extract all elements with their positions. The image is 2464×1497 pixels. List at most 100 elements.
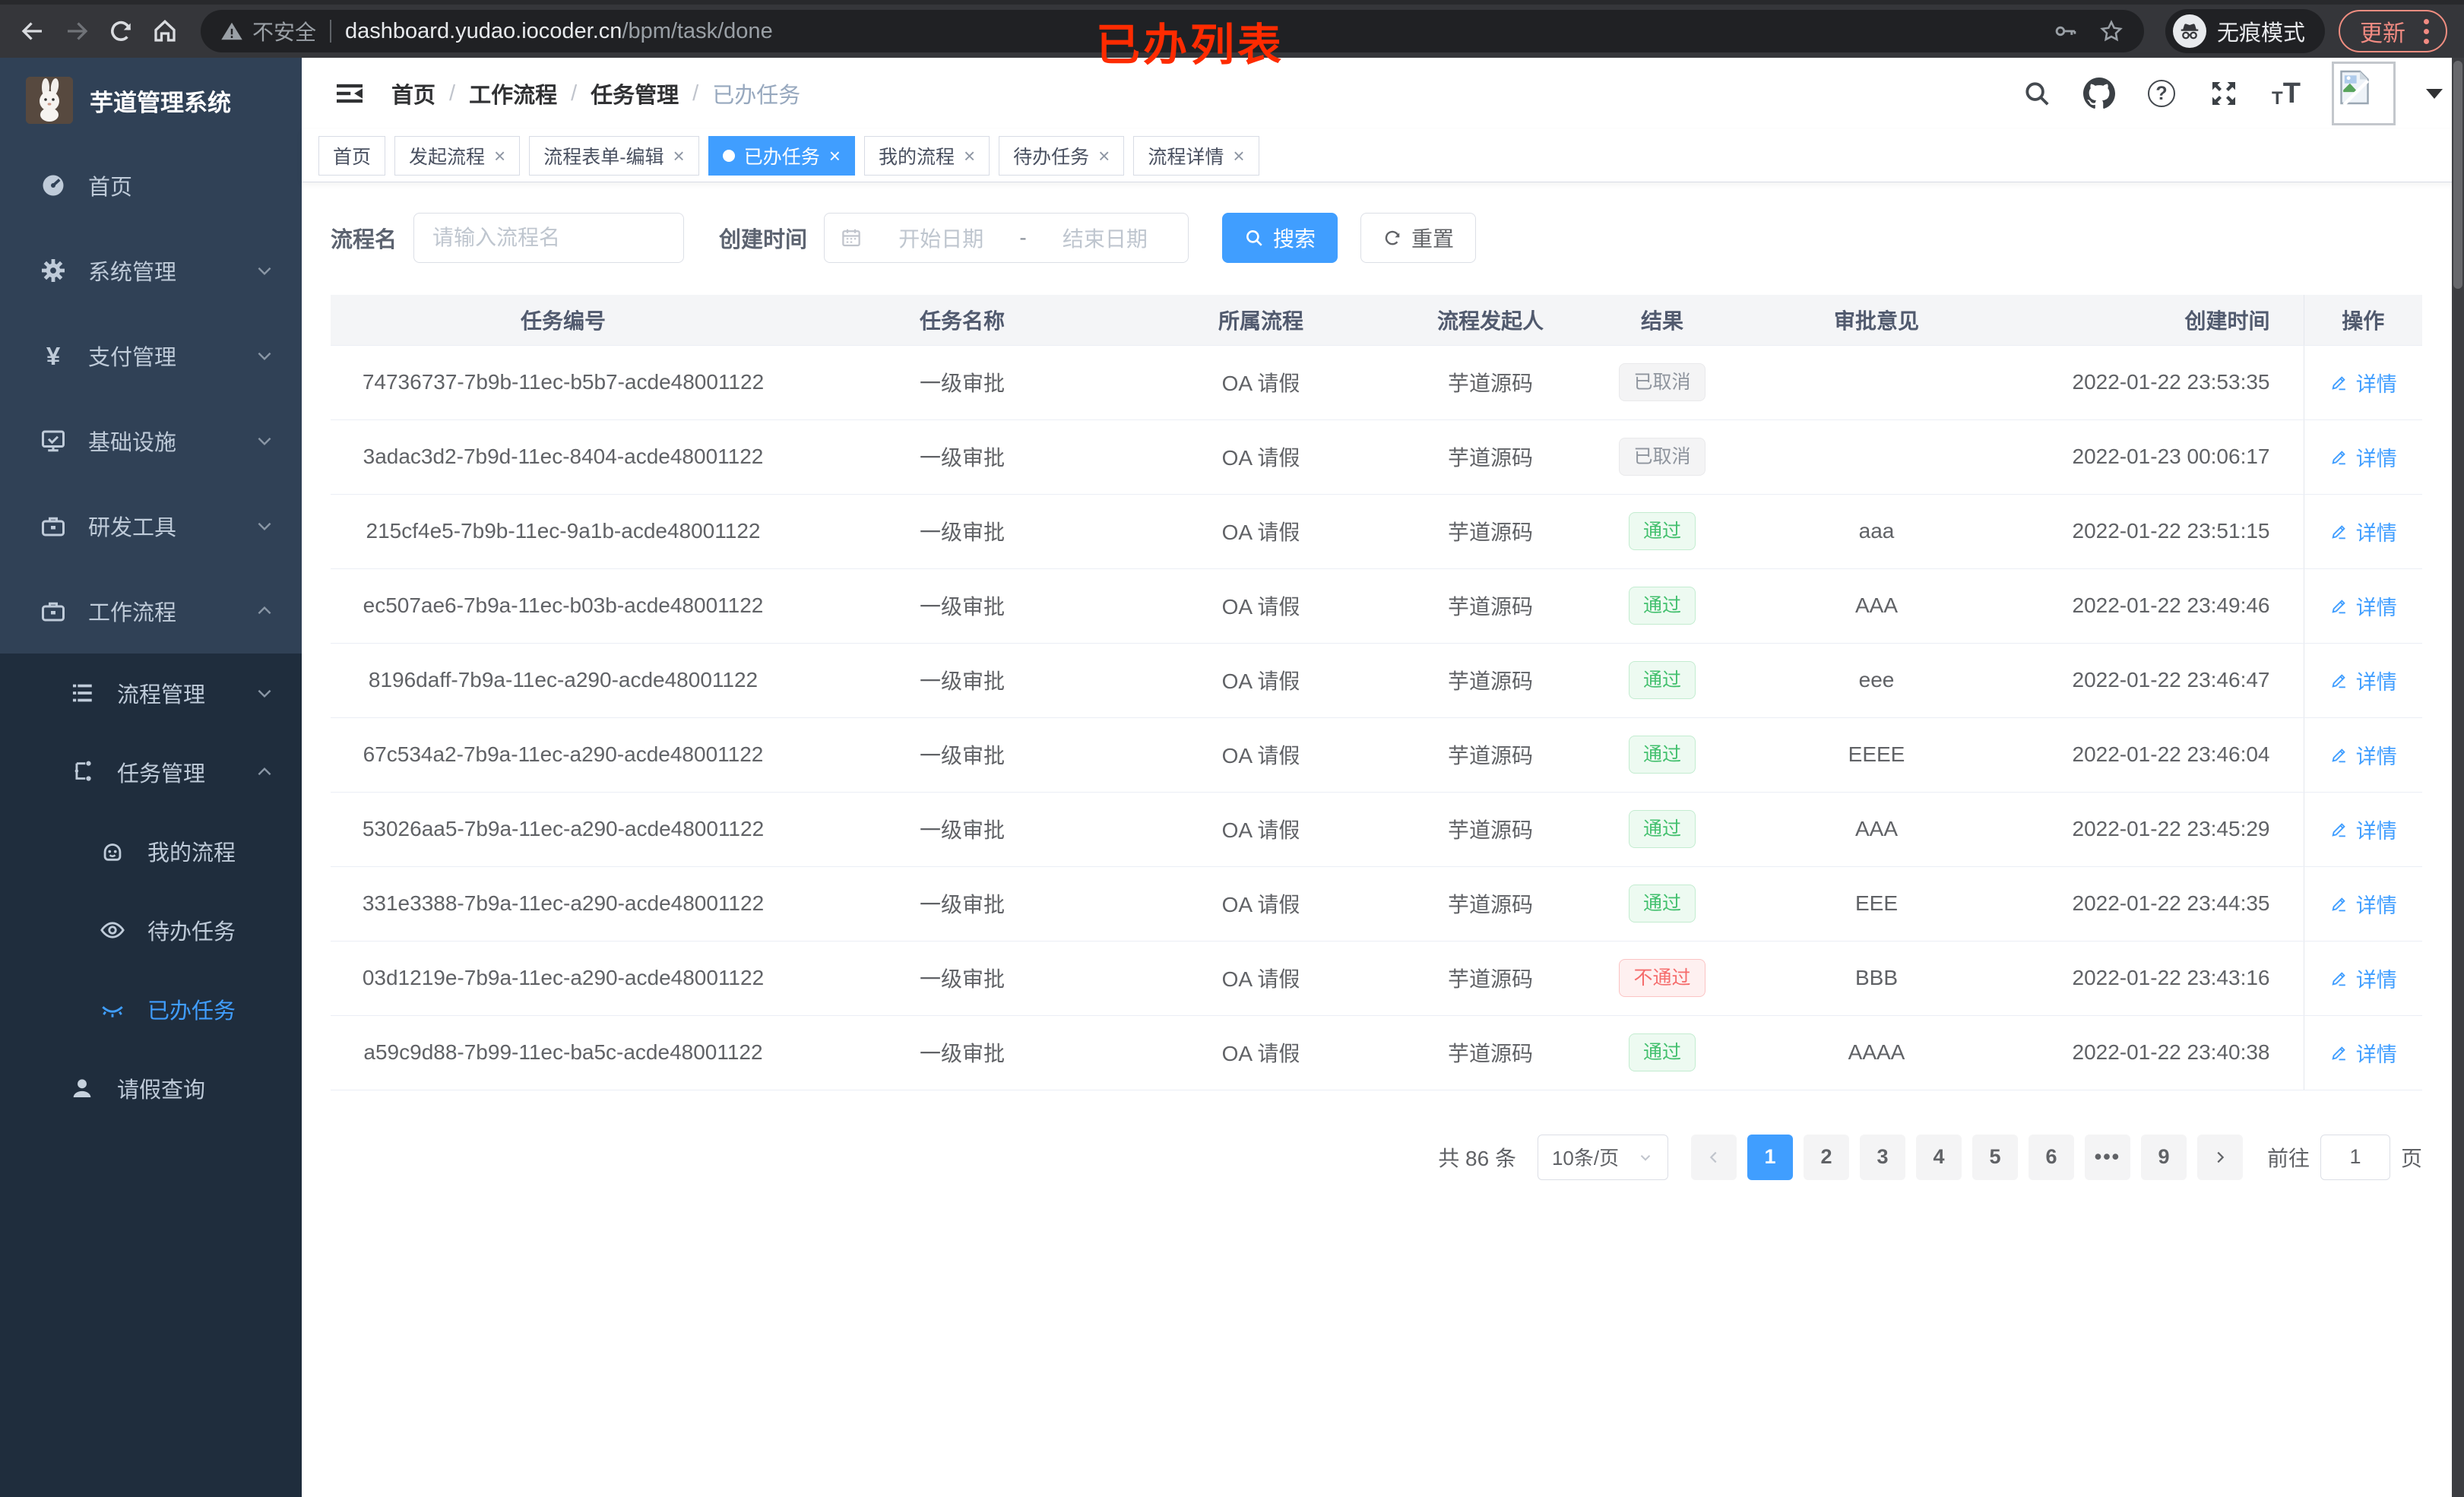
security-label: 不安全 [252, 21, 317, 44]
sidebar-item-devtools[interactable]: 研发工具 [0, 483, 302, 568]
detail-button[interactable]: 详情 [2329, 1038, 2397, 1068]
goto-page-input[interactable] [2320, 1134, 2390, 1180]
page-button-3[interactable]: 3 [1859, 1134, 1905, 1180]
list-icon [67, 680, 97, 706]
browser-back-button[interactable] [11, 9, 55, 53]
sidebar-item-workflow[interactable]: 工作流程 [0, 568, 302, 654]
chevron-down-icon [1640, 1154, 1651, 1161]
sidebar-item-payment[interactable]: ¥ 支付管理 [0, 313, 302, 398]
cell-process: OA 请假 [1129, 717, 1393, 793]
header-search-button[interactable] [2020, 77, 2054, 110]
sidebar-item-home[interactable]: 首页 [0, 143, 302, 228]
bookmark-star-icon[interactable] [2098, 18, 2124, 44]
close-icon[interactable]: × [1233, 146, 1244, 166]
close-icon[interactable]: × [1098, 146, 1110, 166]
breadcrumb-task-mgmt[interactable]: 任务管理 [591, 78, 679, 109]
tab-start-process[interactable]: 发起流程 × [394, 135, 521, 176]
more-pages-button[interactable]: ••• [2084, 1134, 2130, 1180]
reset-button[interactable]: 重置 [1360, 213, 1477, 263]
broken-image-icon [2340, 70, 2370, 106]
browser-home-button[interactable] [143, 9, 187, 53]
tab-done-tasks[interactable]: 已办任务 × [708, 135, 855, 176]
page-button-5[interactable]: 5 [1972, 1134, 2018, 1180]
cell-starter: 芋道源码 [1393, 568, 1588, 644]
table-row: 53026aa5-7b9a-11ec-a290-acde48001122 一级审… [331, 792, 2422, 867]
process-name-input[interactable] [413, 213, 685, 263]
close-icon[interactable]: × [673, 146, 685, 166]
font-size-button[interactable]: TT [2269, 77, 2303, 110]
detail-button[interactable]: 详情 [2329, 964, 2397, 993]
browser-forward-button[interactable] [55, 9, 99, 53]
app-title: 芋道管理系统 [90, 89, 231, 116]
cell-comment: aaa [1737, 494, 2016, 569]
tab-home[interactable]: 首页 [318, 135, 386, 176]
page-button-2[interactable]: 2 [1803, 1134, 1849, 1180]
detail-label: 详情 [2355, 521, 2397, 545]
chevron-down-icon [258, 437, 271, 446]
detail-label: 详情 [2355, 1043, 2397, 1066]
detail-button[interactable]: 详情 [2329, 442, 2397, 472]
page-button-9[interactable]: 9 [2140, 1134, 2187, 1180]
browser-update-button[interactable]: 更新 [2339, 10, 2447, 52]
page-size-select[interactable]: 10条/页 [1537, 1134, 1668, 1180]
cell-task-id: 3adac3d2-7b9d-11ec-8404-acde48001122 [331, 419, 796, 495]
cell-comment [1737, 419, 2016, 495]
incognito-icon [2172, 14, 2206, 48]
detail-button[interactable]: 详情 [2329, 517, 2397, 546]
help-button[interactable]: ? [2145, 77, 2178, 110]
app-logo-row[interactable]: 芋道管理系统 [0, 58, 302, 143]
page-button-4[interactable]: 4 [1915, 1134, 1962, 1180]
table-row: 03d1219e-7b9a-11ec-a290-acde48001122 一级审… [331, 941, 2422, 1016]
sidebar-item-system[interactable]: 系统管理 [0, 228, 302, 313]
cell-result: 通过 [1588, 717, 1737, 793]
close-icon[interactable]: × [494, 146, 505, 166]
close-icon[interactable]: × [964, 146, 975, 166]
tab-process-detail[interactable]: 流程详情 × [1133, 135, 1259, 176]
sidebar-collapse-button[interactable] [326, 78, 373, 109]
result-badge: 通过 [1628, 587, 1696, 625]
sidebar-item-infra[interactable]: 基础设施 [0, 398, 302, 483]
sidebar-item-task-mgmt[interactable]: 任务管理 [0, 733, 302, 812]
detail-button[interactable]: 详情 [2329, 368, 2397, 397]
tab-my-process[interactable]: 我的流程 × [863, 135, 990, 176]
scrollbar-thumb[interactable] [2453, 61, 2462, 289]
sidebar-item-todo-tasks[interactable]: 待办任务 [0, 891, 302, 970]
sidebar-item-my-process[interactable]: 我的流程 [0, 812, 302, 891]
page-button-6[interactable]: 6 [2028, 1134, 2074, 1180]
sidebar-item-process-mgmt[interactable]: 流程管理 [0, 654, 302, 733]
breadcrumb-workflow[interactable]: 工作流程 [469, 78, 557, 109]
cell-task-name: 一级审批 [796, 345, 1129, 420]
detail-button[interactable]: 详情 [2329, 815, 2397, 844]
cell-process: OA 请假 [1129, 345, 1393, 420]
sidebar-item-leave-query[interactable]: 请假查询 [0, 1049, 302, 1128]
table-row: 8196daff-7b9a-11ec-a290-acde48001122 一级审… [331, 643, 2422, 718]
cell-comment: eee [1737, 643, 2016, 718]
tab-todo-tasks[interactable]: 待办任务 × [999, 135, 1125, 176]
detail-button[interactable]: 详情 [2329, 740, 2397, 770]
next-page-button[interactable] [2196, 1134, 2243, 1180]
cell-actions: 详情 [2303, 941, 2422, 1016]
browser-menu-icon[interactable] [2421, 16, 2432, 47]
page-button-1[interactable]: 1 [1747, 1134, 1793, 1180]
date-range-picker[interactable]: 开始日期 - 结束日期 [824, 213, 1189, 263]
github-link[interactable] [2082, 77, 2116, 110]
fullscreen-button[interactable] [2207, 77, 2241, 110]
table-row: 3adac3d2-7b9d-11ec-8404-acde48001122 一级审… [331, 419, 2422, 495]
cell-result: 通过 [1588, 643, 1737, 718]
breadcrumb-home[interactable]: 首页 [391, 78, 435, 109]
browser-reload-button[interactable] [99, 9, 143, 53]
sidebar-item-done-tasks[interactable]: 已办任务 [0, 970, 302, 1049]
avatar-caret-icon[interactable] [2426, 88, 2443, 99]
search-button[interactable]: 搜索 [1222, 213, 1338, 263]
detail-button[interactable]: 详情 [2329, 889, 2397, 919]
close-icon[interactable]: × [829, 146, 841, 166]
detail-button[interactable]: 详情 [2329, 591, 2397, 621]
key-icon[interactable] [2053, 18, 2079, 44]
edit-pencil-icon [2332, 822, 2345, 837]
browser-scrollbar[interactable] [2452, 58, 2464, 1497]
page-unit-label: 页 [2400, 1146, 2422, 1170]
prev-page-button[interactable] [1690, 1134, 1737, 1180]
detail-button[interactable]: 详情 [2329, 666, 2397, 695]
avatar[interactable] [2332, 62, 2396, 125]
tab-form-edit[interactable]: 流程表单-编辑 × [529, 135, 699, 176]
